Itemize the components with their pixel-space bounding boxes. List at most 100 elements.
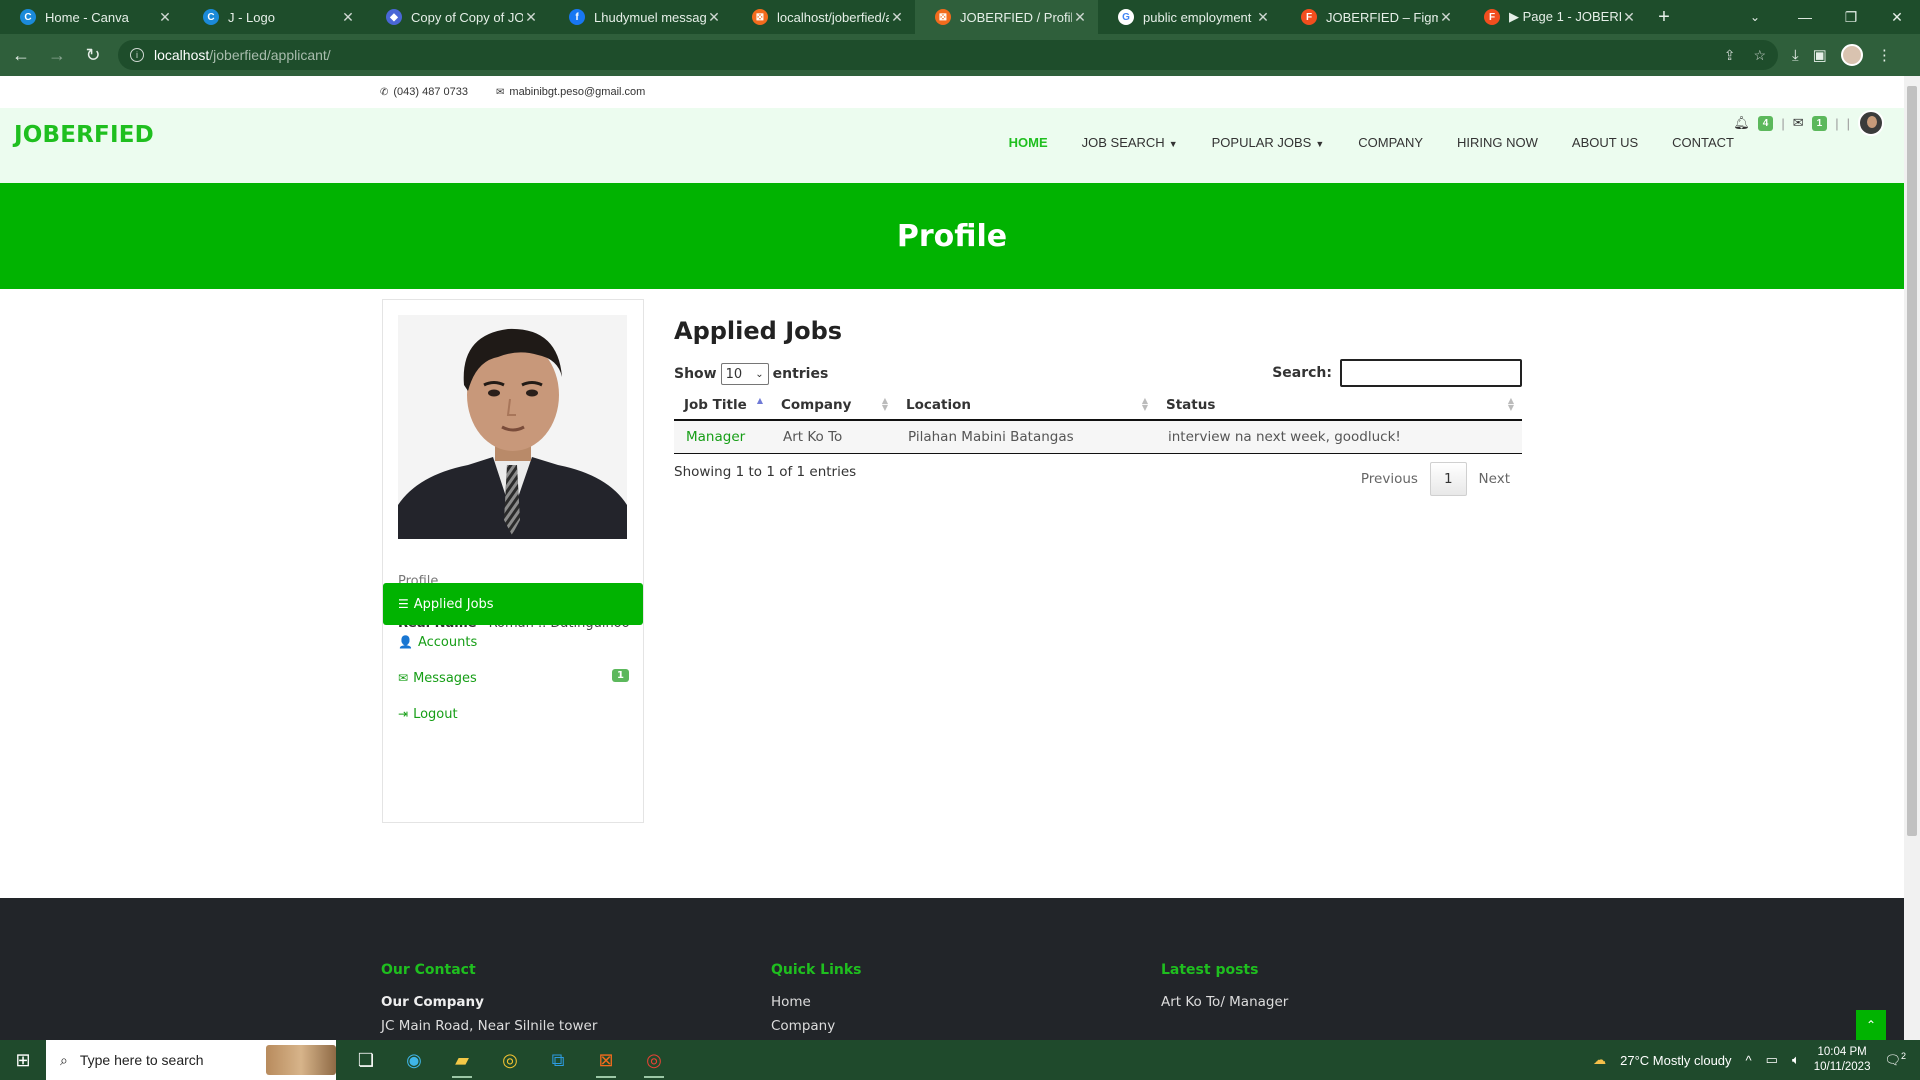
close-tab-icon[interactable]: ✕ [157, 9, 173, 26]
mail-icon[interactable]: ✉ [1793, 115, 1804, 131]
taskbar-search[interactable]: ⌕ Type here to search [46, 1040, 336, 1080]
address-bar[interactable]: i localhost/joberfied/applicant/ ⇪ ☆ [118, 40, 1778, 70]
browser-tab[interactable]: F JOBERFIED – Figma ✕ [1281, 0, 1464, 34]
user-avatar[interactable] [1858, 110, 1884, 136]
table-info: Showing 1 to 1 of 1 entries [674, 464, 857, 480]
sidebar-item-applied-jobs[interactable]: ☰ Applied Jobs [383, 583, 643, 625]
column-header-status[interactable]: Status ▲ ▼ [1156, 391, 1522, 421]
minimize-icon[interactable]: — [1782, 0, 1828, 34]
profile-photo [398, 315, 627, 539]
table-row: Manager Art Ko To Pilahan Mabini Batangas i… [674, 420, 1522, 454]
weather-icon[interactable]: ☁ [1593, 1052, 1606, 1068]
close-tab-icon[interactable]: ✕ [1255, 9, 1271, 26]
tab-title: localhost/joberfied/a [777, 9, 889, 25]
chrome-icon[interactable]: ◎ [486, 1040, 534, 1080]
search-input[interactable] [1340, 359, 1522, 387]
browser-tab[interactable]: f Lhudymuel messaged✕ [549, 0, 732, 34]
list-icon: ☰ [398, 597, 409, 611]
weather-text[interactable]: 27°C Mostly cloudy [1620, 1053, 1731, 1068]
message-count-badge: 1 [612, 669, 629, 682]
nav-about-us[interactable]: ABOUT US [1572, 135, 1638, 150]
footer-heading: Quick Links [771, 962, 862, 978]
email-info: ✉ mabinibgt.peso@gmail.com [496, 86, 645, 98]
close-tab-icon[interactable]: ✕ [523, 9, 539, 26]
column-header-location[interactable]: Location ▲ ▼ [896, 391, 1156, 421]
volume-icon[interactable]: 🔈︎ [1792, 1052, 1800, 1068]
footer-link[interactable]: Company [771, 1018, 861, 1034]
new-tab-icon[interactable]: + [1647, 0, 1681, 34]
download-icon[interactable]: ⤓ [1792, 47, 1799, 64]
figma-icon: F [1301, 9, 1317, 25]
task-view-icon[interactable]: ❏ [342, 1040, 390, 1080]
nav-company[interactable]: COMPANY [1358, 135, 1423, 150]
column-label: Job Title [684, 397, 747, 413]
browser-tab[interactable]: ⊠ JOBERFIED / Profile ✕ [915, 0, 1098, 34]
close-tab-icon[interactable]: ✕ [889, 9, 905, 26]
windows-start-icon[interactable]: ⊞ [0, 1040, 46, 1080]
envelope-icon: ✉ [496, 87, 505, 98]
close-tab-icon[interactable]: ✕ [1072, 9, 1088, 26]
column-label: Status [1166, 397, 1216, 413]
bell-icon[interactable]: 🔔︎ [1733, 115, 1750, 131]
close-window-icon[interactable]: ✕ [1874, 0, 1920, 34]
facebook-icon: f [569, 9, 585, 25]
edge-icon[interactable]: ◉ [390, 1040, 438, 1080]
nav-label: COMPANY [1358, 135, 1424, 150]
file-explorer-icon[interactable]: ▰ [438, 1040, 486, 1080]
nav-contact[interactable]: CONTACT [1672, 135, 1734, 150]
browser-tab[interactable]: Gpublic employment p ✕ [1098, 0, 1281, 34]
browser-tab[interactable]: C Home - Canva ✕ [0, 0, 183, 34]
back-icon[interactable]: ← [6, 40, 36, 70]
job-title-link[interactable]: Manager [686, 429, 745, 445]
site-info-icon[interactable]: i [130, 48, 144, 62]
page-length-select[interactable]: 10 ⌄ [720, 363, 769, 385]
bookmark-star-icon[interactable]: ☆ [1753, 47, 1766, 64]
mail-badge[interactable]: 1 [1811, 115, 1828, 131]
close-tab-icon[interactable]: ✕ [1621, 9, 1637, 26]
browser-tab[interactable]: F ▶ Page 1 - JOBERFIED✕ [1464, 0, 1647, 34]
windows-taskbar: ⊞ ⌕ Type here to search ❏ ◉ ▰ ◎ ⧉ ⊠ ◎ ☁ … [0, 1040, 1920, 1080]
nav-popular-jobs[interactable]: POPULAR JOBS ▼ [1212, 135, 1325, 150]
xampp-icon[interactable]: ⊠ [582, 1040, 630, 1080]
browser-profile-avatar[interactable] [1840, 44, 1863, 66]
forward-icon[interactable]: → [42, 40, 72, 70]
chrome-profile-icon[interactable]: ◎ [630, 1040, 678, 1080]
nav-job-search[interactable]: JOB SEARCH ▼ [1082, 135, 1178, 150]
browser-menu-icon[interactable]: ⋮ [1877, 46, 1892, 64]
nav-home[interactable]: HOME [1009, 135, 1048, 150]
previous-button[interactable]: Previous [1349, 463, 1430, 495]
notification-badge[interactable]: 4 [1757, 115, 1774, 131]
network-icon[interactable]: ▭ [1766, 1052, 1778, 1068]
share-icon[interactable]: ⇪ [1724, 47, 1736, 64]
reload-icon[interactable]: ↻ [78, 40, 108, 70]
close-tab-icon[interactable]: ✕ [706, 9, 722, 26]
column-header-company[interactable]: Company ▲ ▼ [771, 391, 896, 421]
browser-tab[interactable]: C J - Logo ✕ [183, 0, 366, 34]
close-tab-icon[interactable]: ✕ [1438, 9, 1454, 26]
browser-tab[interactable]: ◆ Copy of Copy of JOBE✕ [366, 0, 549, 34]
nav-hiring-now[interactable]: HIRING NOW [1457, 135, 1538, 150]
page-button-current[interactable]: 1 [1429, 462, 1467, 496]
footer-link[interactable]: Home [771, 994, 861, 1010]
nav-label: JOB SEARCH [1081, 135, 1165, 150]
page-scrollbar[interactable] [1904, 76, 1920, 1040]
sidebar-item-logout[interactable]: ⇥ Logout [383, 693, 643, 735]
chevron-up-icon[interactable]: ^ [1746, 1053, 1752, 1068]
vscode-icon[interactable]: ⧉ [534, 1040, 582, 1080]
tab-title: JOBERFIED / Profile [960, 9, 1072, 25]
notification-center-icon[interactable]: 🗨︎2 [1884, 1051, 1906, 1068]
tab-search-icon[interactable]: ⌄ [1738, 0, 1772, 34]
divider: | [1846, 115, 1850, 131]
browser-tab-strip: C Home - Canva ✕ C J - Logo ✕ ◆ Copy of Copy of… [0, 0, 1920, 34]
restore-icon[interactable]: ❐ [1828, 0, 1874, 34]
scrollbar-thumb[interactable] [1907, 86, 1917, 836]
scroll-to-top-button[interactable]: ⌃ [1856, 1010, 1886, 1040]
next-button[interactable]: Next [1467, 463, 1522, 495]
footer-post-link[interactable]: Art Ko To/ Manager [1161, 994, 1288, 1010]
close-tab-icon[interactable]: ✕ [340, 9, 356, 26]
side-panel-icon[interactable]: ▣ [1813, 46, 1827, 64]
column-header-job-title[interactable]: Job Title ▲ [674, 391, 771, 421]
clock[interactable]: 10:04 PM 10/11/2023 [1814, 1045, 1871, 1075]
browser-tab[interactable]: ⊠ localhost/joberfied/a ✕ [732, 0, 915, 34]
site-logo[interactable]: JOBERFIED [14, 122, 154, 148]
